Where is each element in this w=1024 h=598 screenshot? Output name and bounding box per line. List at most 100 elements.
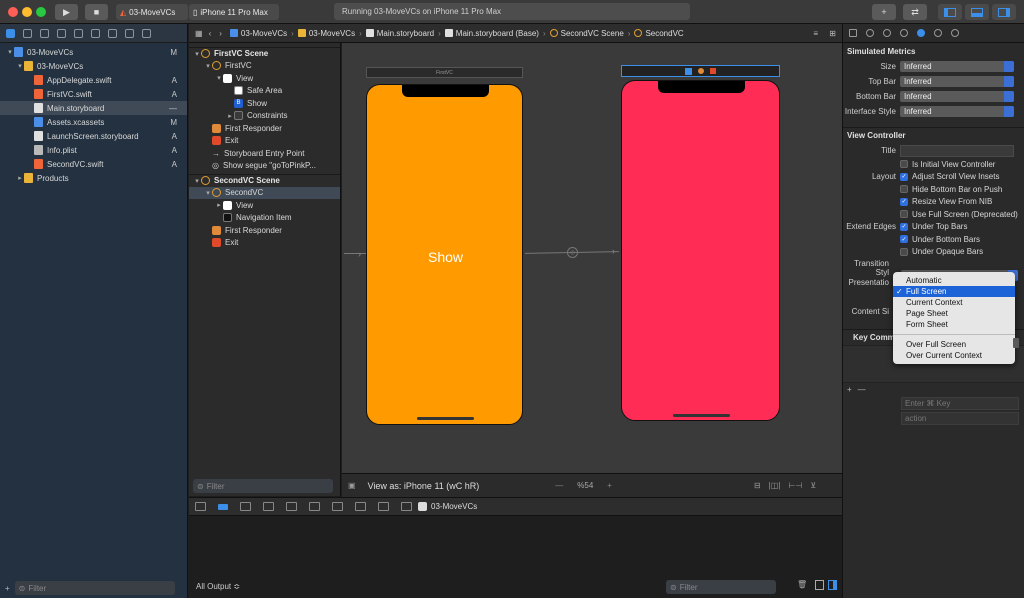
close-window-button[interactable] (8, 7, 18, 17)
disclosure-icon[interactable]: ▾ (6, 48, 14, 56)
outline-item[interactable]: → Storyboard Entry Point (189, 147, 340, 160)
disclosure-icon[interactable]: ▾ (204, 62, 212, 70)
breadcrumb-item[interactable]: SecondVC (634, 29, 684, 38)
checkbox[interactable] (900, 210, 908, 219)
metric-popup[interactable]: Inferred (900, 106, 1014, 117)
key-input[interactable]: Enter ⌘ Key (901, 397, 1019, 410)
show-button[interactable]: Show (367, 249, 524, 265)
metric-popup[interactable]: Inferred (900, 91, 1014, 102)
file-tree-item[interactable]: ▾ 03-MoveVCs (0, 59, 187, 73)
action-input[interactable]: action (901, 412, 1019, 425)
outline-filter-input[interactable]: ⊜ Filter (193, 479, 333, 493)
align-icon[interactable]: |◫| (769, 481, 781, 490)
step-out-icon[interactable] (309, 502, 320, 511)
add-file-icon[interactable]: + (5, 584, 10, 593)
connections-inspector-tab-icon[interactable] (951, 29, 959, 37)
zoom-in-icon[interactable]: + (607, 481, 612, 490)
resolve-issues-icon[interactable]: ⊻ (810, 481, 816, 490)
run-button[interactable]: ▶ (55, 4, 78, 20)
navigator-filter-input[interactable]: ⊜ Filter (14, 581, 175, 595)
disclosure-icon[interactable]: ▾ (193, 177, 201, 185)
file-inspector-tab-icon[interactable] (849, 29, 857, 37)
metric-popup[interactable]: Inferred (900, 76, 1014, 87)
forward-icon[interactable]: › (219, 29, 222, 38)
outline-item[interactable]: Exit (189, 237, 340, 250)
breadcrumb-item[interactable]: SecondVC Scene (549, 29, 624, 38)
outline-item[interactable]: Exit (189, 135, 340, 148)
view-as-device-button[interactable]: View as: iPhone 11 (wC hR) (368, 481, 480, 491)
checkbox[interactable] (900, 247, 908, 256)
zoom-level[interactable]: %54 (577, 481, 593, 490)
remove-key-command-icon[interactable]: — (858, 385, 866, 394)
file-tree-item[interactable]: LaunchScreen.storyboard A (0, 129, 187, 143)
storyboard-canvas[interactable]: › FirstVC Show ◎ › (342, 43, 842, 473)
secondvc-view[interactable] (621, 80, 780, 421)
outline-item[interactable]: ▾ SecondVC (189, 186, 340, 199)
toggle-debug-button[interactable] (965, 4, 989, 20)
file-tree-item[interactable]: ▸ Products (0, 171, 187, 185)
file-tree-item[interactable]: FirstVC.swift A (0, 87, 187, 101)
outline-item[interactable]: ▾ View (189, 72, 340, 85)
breadcrumb-item[interactable]: Main.storyboard (365, 29, 434, 38)
metric-popup[interactable]: Inferred (900, 61, 1014, 72)
disclosure-icon[interactable]: ▸ (226, 112, 234, 120)
stop-button[interactable]: ■ (85, 4, 108, 20)
outline-item[interactable]: Navigation Item (189, 212, 340, 225)
test-tab-icon[interactable] (91, 28, 100, 38)
hide-debug-area-icon[interactable] (195, 502, 206, 511)
menu-item[interactable]: Over Full Screen (893, 339, 1015, 350)
checkbox[interactable] (900, 160, 908, 169)
firstvc-view[interactable]: Show (366, 84, 523, 425)
issue-tab-icon[interactable] (74, 28, 83, 38)
menu-item[interactable]: Over Current Context (893, 350, 1015, 361)
size-inspector-tab-icon[interactable] (934, 29, 942, 37)
report-tab-icon[interactable] (142, 28, 151, 38)
presentation-menu[interactable]: Automatic ✓ Full Screen Current Context Page… (893, 272, 1015, 364)
step-into-icon[interactable] (286, 502, 297, 511)
environment-overrides-icon[interactable] (378, 502, 389, 511)
outline-item[interactable]: First Responder (189, 224, 340, 237)
segue-icon[interactable]: ◎ (567, 247, 578, 258)
checkbox[interactable]: ✓ (900, 235, 908, 244)
secondvc-scene-dock[interactable] (621, 65, 780, 77)
pause-icon[interactable] (240, 502, 251, 511)
outline-item[interactable]: ◎ Show segue "goToPinkP... (189, 160, 340, 173)
file-tree-item[interactable]: Info.plist A (0, 143, 187, 157)
symbol-tab-icon[interactable] (40, 28, 49, 38)
add-editor-icon[interactable]: ⊞ (829, 29, 836, 38)
outline-item[interactable]: ▸ View (189, 199, 340, 212)
editor-options-icon[interactable]: ≡ (813, 29, 818, 38)
disclosure-icon[interactable]: ▸ (215, 201, 223, 209)
disclosure-icon[interactable]: ▾ (215, 74, 223, 82)
toggle-inspector-button[interactable] (992, 4, 1016, 20)
toggle-navigator-button[interactable] (938, 4, 962, 20)
outline-item[interactable]: Safe Area (189, 85, 340, 98)
embed-icon[interactable]: ⊟ (754, 481, 761, 490)
outline-toggle-icon[interactable]: ▣ (348, 481, 356, 490)
checkbox[interactable] (900, 185, 908, 194)
debug-target[interactable]: 03-MoveVCs (431, 502, 477, 511)
outline-item[interactable]: B Show (189, 97, 340, 110)
source-control-tab-icon[interactable] (23, 28, 32, 38)
breadcrumb-item[interactable]: 03-MoveVCs (297, 29, 355, 38)
identity-inspector-tab-icon[interactable] (900, 29, 908, 37)
menu-item[interactable]: ✓ Full Screen (893, 286, 1015, 297)
back-icon[interactable]: ‹ (209, 29, 212, 38)
memory-graph-icon[interactable] (355, 502, 366, 511)
file-tree-item[interactable]: Main.storyboard — (0, 101, 187, 115)
breadcrumb-item[interactable]: 03-MoveVCs (229, 29, 287, 38)
location-icon[interactable] (401, 502, 412, 511)
output-selector[interactable]: All Output ≎ (196, 582, 240, 591)
related-items-icon[interactable]: ▦ (195, 29, 203, 38)
checkbox[interactable]: ✓ (900, 222, 908, 231)
outline-item[interactable]: ▾ SecondVC Scene (189, 174, 340, 187)
disclosure-icon[interactable]: ▾ (193, 50, 201, 58)
title-input[interactable] (900, 144, 1014, 157)
menu-item[interactable]: Page Sheet (893, 308, 1015, 319)
view-debugger-icon[interactable] (332, 502, 343, 511)
help-inspector-tab-icon[interactable] (883, 29, 891, 37)
zoom-window-button[interactable] (36, 7, 46, 17)
project-navigator-tab-icon[interactable] (6, 28, 15, 38)
menu-item[interactable]: Automatic (893, 275, 1015, 286)
firstvc-scene-dock[interactable]: FirstVC (366, 67, 523, 78)
